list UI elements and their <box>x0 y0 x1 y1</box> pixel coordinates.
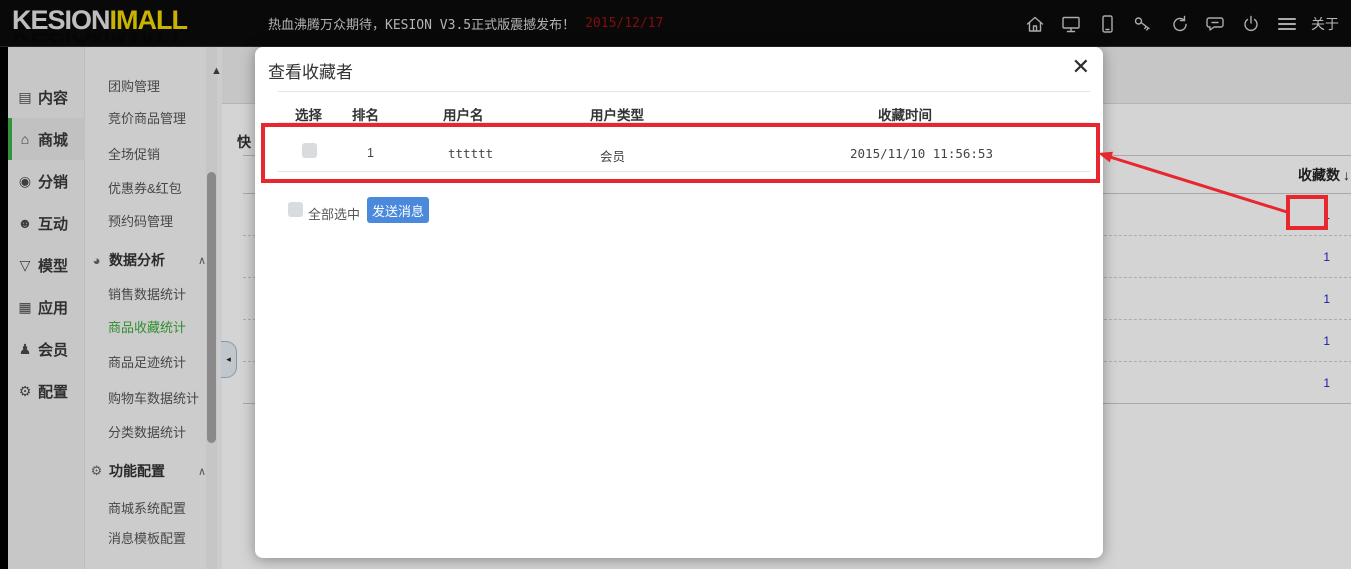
col-header-favorite-time: 收藏时间 <box>878 104 932 124</box>
modal-title: 查看收藏者 <box>268 58 353 83</box>
cell-favorite-time: 2015/11/10 11:56:53 <box>850 146 993 161</box>
col-header-select: 选择 <box>295 104 322 124</box>
send-message-button[interactable]: 发送消息 <box>367 197 429 223</box>
select-all-checkbox[interactable] <box>288 202 303 217</box>
divider <box>278 171 1090 172</box>
col-header-username: 用户名 <box>443 104 484 124</box>
divider <box>278 122 1090 123</box>
row-checkbox[interactable] <box>302 143 317 158</box>
view-collectors-modal: 查看收藏者 ✕ 选择 排名 用户名 用户类型 收藏时间 1 tttttt 会员 … <box>255 47 1103 558</box>
select-all-label: 全部选中 <box>308 204 360 223</box>
col-header-rank: 排名 <box>352 104 379 124</box>
cell-usertype: 会员 <box>600 146 625 165</box>
cell-username: tttttt <box>448 146 493 161</box>
divider <box>278 91 1090 92</box>
cell-rank: 1 <box>367 146 374 160</box>
col-header-usertype: 用户类型 <box>590 104 644 124</box>
app-root: KESIONIMALL KESIONIMALL 热血沸腾万众期待，KESION … <box>0 0 1351 569</box>
close-icon[interactable]: ✕ <box>1072 54 1090 80</box>
